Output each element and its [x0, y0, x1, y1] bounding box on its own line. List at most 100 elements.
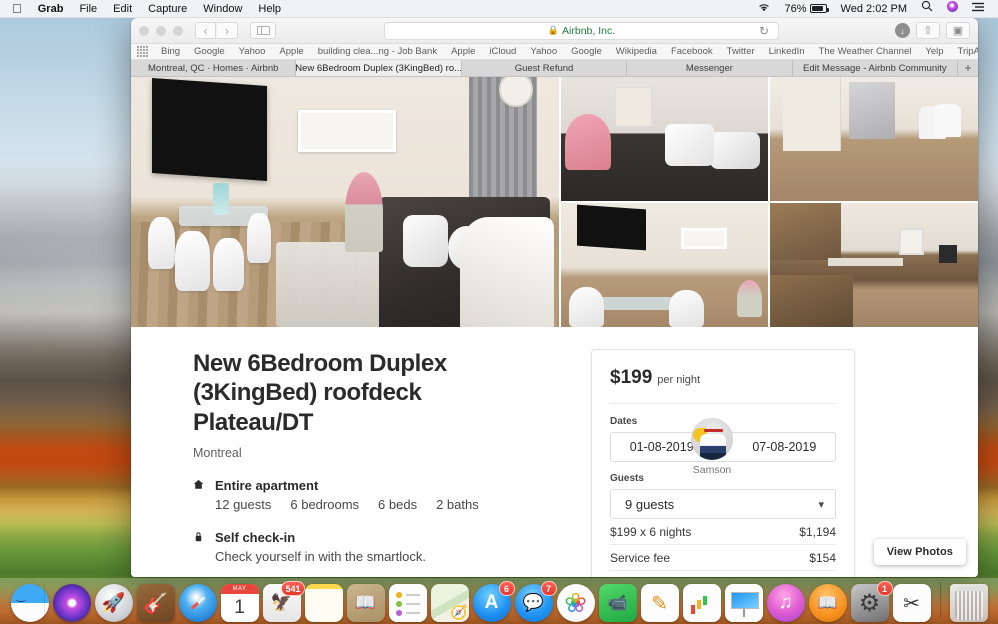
- reload-button[interactable]: ↻: [755, 22, 773, 40]
- sidebar-toggle-button[interactable]: [250, 22, 276, 39]
- dock-item-notes[interactable]: [304, 584, 343, 622]
- dock-item-system-preferences[interactable]: 1: [850, 581, 893, 622]
- badge-count: 6: [498, 581, 515, 596]
- menu-item-edit[interactable]: Edit: [105, 0, 140, 18]
- dock-item-launchpad[interactable]: [94, 584, 133, 622]
- price-unit: per night: [657, 374, 701, 386]
- bookmark-item[interactable]: iCloud: [482, 46, 523, 57]
- window-traffic-lights: [139, 25, 183, 36]
- decor-wall-niche: [681, 227, 727, 249]
- divider: [610, 403, 836, 404]
- price-amount: $199: [610, 367, 653, 388]
- dock-item-itunes[interactable]: [766, 584, 805, 622]
- bookmark-item[interactable]: Apple: [272, 46, 310, 57]
- address-bar[interactable]: 🔒 Airbnb, Inc.: [384, 21, 779, 40]
- bookmark-item[interactable]: Google: [187, 46, 232, 57]
- decor-chair: [175, 231, 210, 291]
- price-row: $199 per night: [610, 367, 836, 389]
- wifi-icon[interactable]: [750, 0, 778, 18]
- dock-item-app-store[interactable]: 6: [472, 581, 515, 622]
- bookmark-item[interactable]: Wikipedia: [609, 46, 664, 57]
- dock-item-photos[interactable]: [556, 584, 595, 622]
- dock: MAY 1 541 6 7 1: [0, 578, 998, 624]
- dock-item-keynote[interactable]: [724, 584, 763, 622]
- feature-entire-apartment: Entire apartment 12 guests 6 bedrooms 6 …: [193, 478, 573, 512]
- photo-bedroom[interactable]: [560, 77, 769, 201]
- bookmark-item[interactable]: Twitter: [720, 46, 762, 57]
- lock-icon: [193, 530, 215, 564]
- tab-new-6bedroom-duplex[interactable]: New 6Bedroom Duplex (3KingBed) ro...: [296, 60, 462, 76]
- menu-app-name[interactable]: Grab: [30, 0, 72, 18]
- dock-item-siri[interactable]: [52, 584, 91, 622]
- tab-overview-button[interactable]: ▣: [946, 22, 970, 39]
- dock-item-grab[interactable]: [892, 584, 931, 622]
- menu-item-help[interactable]: Help: [250, 0, 289, 18]
- tab-edit-message-airbnb-community[interactable]: Edit Message - Airbnb Community: [792, 60, 959, 76]
- bookmark-item[interactable]: LinkedIn: [762, 46, 812, 57]
- decor-pillow: [403, 215, 448, 268]
- photo-kitchen[interactable]: [770, 203, 978, 327]
- dock-item-garageband[interactable]: [136, 584, 175, 622]
- guests-select[interactable]: 9 guests ▾: [610, 489, 836, 519]
- bookmark-item[interactable]: Yahoo: [232, 46, 273, 57]
- dock-item-safari[interactable]: [178, 584, 217, 622]
- decor-flowers: [344, 172, 384, 252]
- dock-item-reminders[interactable]: [388, 584, 427, 622]
- bookmark-item[interactable]: Yahoo: [523, 46, 564, 57]
- bookmark-item[interactable]: Bing: [154, 46, 187, 57]
- battery-icon[interactable]: [809, 4, 834, 13]
- dock-item-facetime[interactable]: [598, 584, 637, 622]
- apple-menu-icon[interactable]: : [8, 1, 30, 16]
- bookmark-item[interactable]: Facebook: [664, 46, 720, 57]
- notification-center-icon[interactable]: [965, 0, 991, 18]
- dock-item-finder[interactable]: [10, 584, 49, 622]
- bookmark-item[interactable]: Google: [564, 46, 609, 57]
- menu-item-file[interactable]: File: [71, 0, 105, 18]
- dock-item-ibooks[interactable]: [808, 584, 847, 622]
- dock-item-messages[interactable]: 7: [514, 581, 557, 622]
- dock-item-maps[interactable]: [430, 584, 469, 622]
- bookmarks-grid-icon[interactable]: [137, 46, 148, 57]
- forward-button[interactable]: ›: [217, 22, 238, 39]
- bookmark-item[interactable]: Yelp: [918, 46, 950, 57]
- host-name: Samson: [692, 464, 732, 476]
- photo-dining-nook[interactable]: [560, 203, 769, 327]
- share-button[interactable]: ⇧: [916, 22, 940, 39]
- tab-guest-refund[interactable]: Guest Refund: [461, 60, 628, 76]
- new-tab-button[interactable]: +: [958, 60, 978, 76]
- view-photos-button[interactable]: View Photos: [873, 539, 966, 565]
- bookmark-item[interactable]: TripAdvisor: [951, 46, 978, 57]
- menu-item-capture[interactable]: Capture: [140, 0, 195, 18]
- menubar-clock[interactable]: Wed 2:02 PM: [834, 0, 914, 18]
- dock-item-calendar[interactable]: MAY 1: [220, 584, 259, 622]
- dock-item-mail[interactable]: 541: [262, 581, 305, 622]
- bookmarks-bar: Bing Google Yahoo Apple building clea...…: [131, 44, 978, 60]
- dock-item-numbers[interactable]: [682, 584, 721, 622]
- tab-montreal-homes[interactable]: Montreal, QC · Homes · Airbnb: [131, 60, 297, 76]
- calendar-month-label: MAY: [220, 584, 259, 594]
- close-window-button[interactable]: [139, 25, 149, 36]
- bookmark-item[interactable]: building clea...ng - Job Bank: [311, 46, 444, 57]
- decor-door: [782, 77, 841, 152]
- spotlight-search-icon[interactable]: [914, 0, 940, 18]
- bookmark-item[interactable]: Apple: [444, 46, 482, 57]
- fee-amount: $42: [816, 577, 836, 578]
- photo-hallway[interactable]: [770, 77, 978, 201]
- maximize-window-button[interactable]: [173, 25, 183, 36]
- menu-item-window[interactable]: Window: [195, 0, 250, 18]
- host-block[interactable]: Samson: [684, 418, 740, 476]
- avatar[interactable]: [691, 418, 733, 460]
- siri-icon[interactable]: [940, 0, 965, 18]
- minimize-window-button[interactable]: [156, 25, 166, 36]
- decor-upper-cabinets: [770, 203, 841, 261]
- back-button[interactable]: ‹: [195, 22, 216, 39]
- dock-item-pages[interactable]: [640, 584, 679, 622]
- dock-item-trash[interactable]: [949, 584, 988, 622]
- photo-living-room-main[interactable]: [131, 77, 559, 327]
- airbnb-listing-page: View Photos New 6Bedroom Duplex (3KingBe…: [131, 77, 978, 577]
- tab-messenger[interactable]: Messenger: [627, 60, 793, 76]
- dock-item-contacts[interactable]: [346, 584, 385, 622]
- download-icon[interactable]: ↓: [895, 23, 910, 38]
- checkout-date[interactable]: 07-08-2019: [734, 440, 835, 454]
- bookmark-item[interactable]: The Weather Channel: [812, 46, 919, 57]
